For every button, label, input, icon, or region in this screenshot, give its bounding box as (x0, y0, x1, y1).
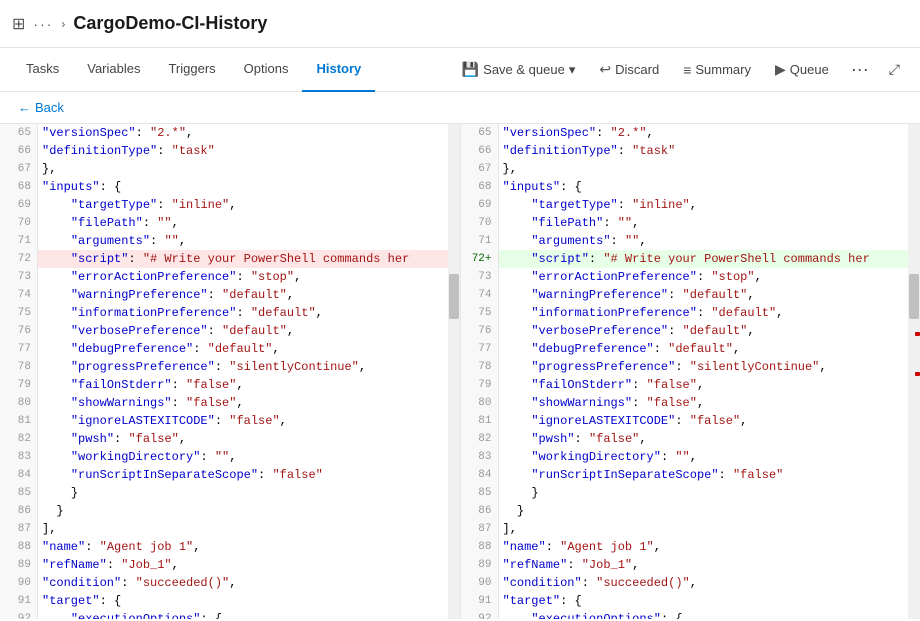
left-scrollbar[interactable] (448, 124, 460, 619)
code-line: "progressPreference": "silentlyContinue"… (38, 358, 448, 376)
code-line: "informationPreference": "default", (38, 304, 448, 322)
code-line: "definitionType": "task" (38, 142, 448, 160)
more-actions-button[interactable]: ··· (843, 55, 877, 84)
back-bar: ← Back (0, 92, 920, 124)
code-line: "debugPreference": "default", (499, 340, 909, 358)
code-line: "arguments": "", (38, 232, 448, 250)
back-button[interactable]: ← Back (12, 98, 70, 117)
code-line-changed: "script": "# Write your PowerShell comma… (499, 250, 909, 268)
expand-button[interactable]: ⤢ (881, 57, 908, 82)
code-line: "targetType": "inline", (499, 196, 909, 214)
header: ⊞ ··· › CargoDemo-CI-History (0, 0, 920, 48)
code-line: "target": { (499, 592, 909, 610)
left-code-lines: "versionSpec": "2.*", "definitionType": … (38, 124, 448, 619)
code-line: } (499, 502, 909, 520)
breadcrumb-dots[interactable]: ··· (33, 16, 53, 32)
code-line: "errorActionPreference": "stop", (38, 268, 448, 286)
right-code-panel: 65 66 67 68 69 70 71 72+ 73 74 75 76 77 … (461, 124, 920, 619)
right-line-numbers: 65 66 67 68 69 70 71 72+ 73 74 75 76 77 … (461, 124, 499, 619)
code-line: "workingDirectory": "", (38, 448, 448, 466)
code-line-changed: "script": "# Write your PowerShell comma… (38, 250, 448, 268)
right-code-lines: "versionSpec": "2.*", "definitionType": … (499, 124, 909, 619)
code-line: "debugPreference": "default", (38, 340, 448, 358)
page-title: CargoDemo-CI-History (73, 13, 267, 34)
code-line: } (499, 484, 909, 502)
code-line: "warningPreference": "default", (499, 286, 909, 304)
discard-button[interactable]: ↩ Discard (589, 57, 669, 82)
code-line: "runScriptInSeparateScope": "false" (499, 466, 909, 484)
breadcrumb-chevron: › (61, 17, 65, 31)
code-line: "name": "Agent job 1", (38, 538, 448, 556)
code-line: "failOnStderr": "false", (38, 376, 448, 394)
code-line: "inputs": { (499, 178, 909, 196)
code-line: "errorActionPreference": "stop", (499, 268, 909, 286)
code-line: "ignoreLASTEXITCODE": "false", (499, 412, 909, 430)
code-line: "executionOptions": { (38, 610, 448, 619)
code-line: "name": "Agent job 1", (499, 538, 909, 556)
code-line: } (38, 484, 448, 502)
right-scrollbar[interactable] (908, 124, 920, 619)
code-line: "informationPreference": "default", (499, 304, 909, 322)
code-line: "pwsh": "false", (38, 430, 448, 448)
code-line: "verbosePreference": "default", (38, 322, 448, 340)
code-line: "verbosePreference": "default", (499, 322, 909, 340)
save-queue-button[interactable]: 💾 Save & queue ▾ (452, 57, 586, 82)
toolbar: Tasks Variables Triggers Options History… (0, 48, 920, 92)
code-line: "workingDirectory": "", (499, 448, 909, 466)
code-line: "condition": "succeeded()", (499, 574, 909, 592)
tab-triggers[interactable]: Triggers (154, 48, 229, 92)
code-line: "refName": "Job_1", (38, 556, 448, 574)
save-queue-chevron-icon: ▾ (569, 62, 576, 78)
code-line: "ignoreLASTEXITCODE": "false", (38, 412, 448, 430)
diff-view: 65 66 67 68 69 70 71 72 73 74 75 76 77 7… (0, 124, 920, 619)
toolbar-actions: 💾 Save & queue ▾ ↩ Discard ≡ Summary ▶ Q… (452, 55, 908, 84)
list-icon: ≡ (683, 62, 691, 78)
code-line: ], (38, 520, 448, 538)
code-line: ], (499, 520, 909, 538)
code-line: "progressPreference": "silentlyContinue"… (499, 358, 909, 376)
code-line: "executionOptions": { (499, 610, 909, 619)
code-line: "inputs": { (38, 178, 448, 196)
code-line: } (38, 502, 448, 520)
code-line: }, (499, 160, 909, 178)
undo-icon: ↩ (599, 61, 611, 78)
code-line: "targetType": "inline", (38, 196, 448, 214)
code-line: "arguments": "", (499, 232, 909, 250)
code-line: "showWarnings": "false", (38, 394, 448, 412)
diff-marker-red (915, 332, 920, 336)
back-arrow-icon: ← (18, 100, 31, 115)
left-code-panel: 65 66 67 68 69 70 71 72 73 74 75 76 77 7… (0, 124, 461, 619)
queue-button[interactable]: ▶ Queue (765, 57, 839, 82)
code-line: "showWarnings": "false", (499, 394, 909, 412)
right-scrollbar-thumb[interactable] (909, 274, 919, 319)
code-line: "failOnStderr": "false", (499, 376, 909, 394)
play-icon: ▶ (775, 61, 786, 78)
code-line: "pwsh": "false", (499, 430, 909, 448)
left-scrollbar-thumb[interactable] (449, 274, 459, 319)
tab-tasks[interactable]: Tasks (12, 48, 73, 92)
summary-button[interactable]: ≡ Summary (673, 58, 761, 82)
tab-history[interactable]: History (302, 48, 375, 92)
code-line: "runScriptInSeparateScope": "false" (38, 466, 448, 484)
code-line: "versionSpec": "2.*", (499, 124, 909, 142)
code-line: "definitionType": "task" (499, 142, 909, 160)
code-line: "versionSpec": "2.*", (38, 124, 448, 142)
code-line: "filePath": "", (38, 214, 448, 232)
tab-variables[interactable]: Variables (73, 48, 154, 92)
code-line: "warningPreference": "default", (38, 286, 448, 304)
left-line-numbers: 65 66 67 68 69 70 71 72 73 74 75 76 77 7… (0, 124, 38, 619)
code-line: "target": { (38, 592, 448, 610)
code-line: "refName": "Job_1", (499, 556, 909, 574)
app-icon: ⊞ (12, 14, 25, 34)
code-line: }, (38, 160, 448, 178)
code-line: "condition": "succeeded()", (38, 574, 448, 592)
save-icon: 💾 (462, 61, 479, 78)
diff-marker-red2 (915, 372, 920, 376)
tab-options[interactable]: Options (230, 48, 303, 92)
code-line: "filePath": "", (499, 214, 909, 232)
